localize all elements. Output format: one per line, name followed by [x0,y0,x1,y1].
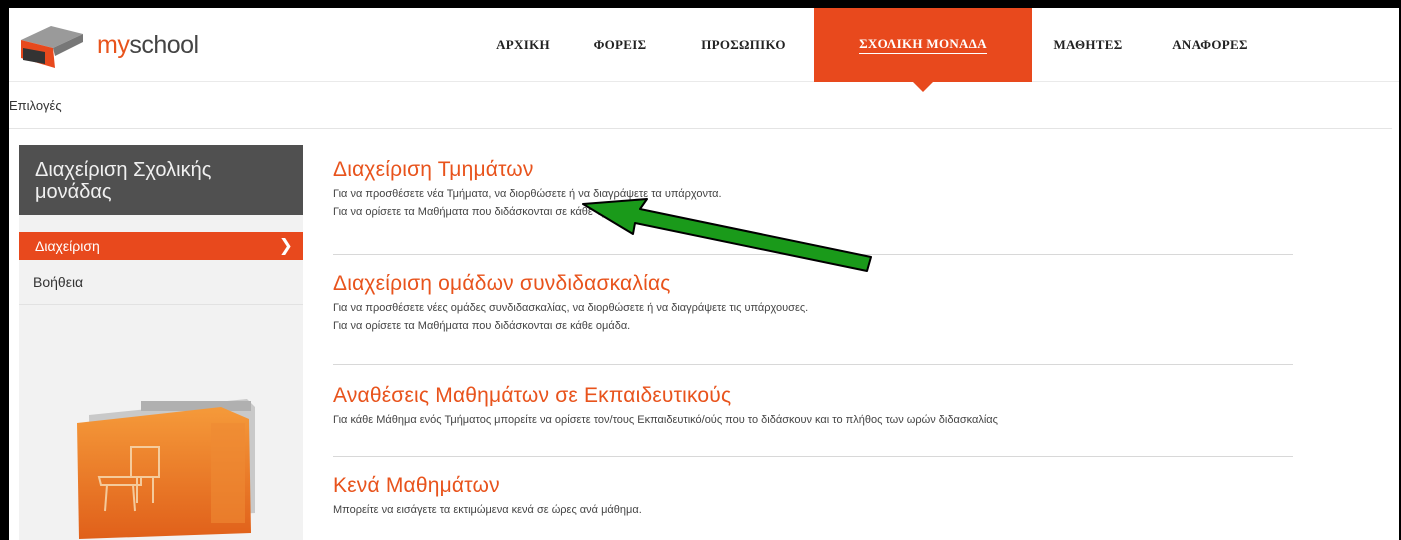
description-line: Για να προσθέσετε νέα Τμήματα, να διορθώ… [333,188,722,200]
sidebar-item-label: Βοήθεια [33,274,84,290]
breadcrumb: Επιλογές [9,98,62,113]
nav-home[interactable]: ΑΡΧΙΚΗ [479,8,567,82]
sidebar-item-manage[interactable]: Διαχείριση ❯ [19,232,303,260]
description-line: Για να ορίσετε τα Μαθήματα που διδάσκοντ… [333,320,631,332]
section-manage-classes: Διαχείριση Τμημάτων Για να προσθέσετε νέ… [333,158,1293,221]
section-coteaching-groups: Διαχείριση ομάδων συνδιδασκαλίας Για να … [333,272,1293,335]
section-teacher-assignments: Αναθέσεις Μαθημάτων σε Εκπαιδευτικούς Γι… [333,384,1293,429]
myschool-logo-icon [21,26,83,68]
sidebar-item-label: Διαχείριση [35,238,100,254]
section-lesson-gaps: Κενά Μαθημάτων Μπορείτε να εισάγετε τα ε… [333,474,1293,519]
section-title[interactable]: Κενά Μαθημάτων [333,474,1293,498]
main-nav: ΑΡΧΙΚΗ ΦΟΡΕΙΣ ΠΡΟΣΩΠΙΚΟ ΣΧΟΛΙΚΗ ΜΟΝΑΔΑ Μ… [479,8,1276,92]
nav-agencies[interactable]: ΦΟΡΕΙΣ [567,8,673,82]
section-title[interactable]: Διαχείριση ομάδων συνδιδασκαλίας [333,272,1293,296]
sidebar: Διαχείριση Σχολικής μονάδας Διαχείριση ❯… [19,145,303,540]
divider [333,254,1293,255]
myschool-logo[interactable]: myschool [17,20,257,70]
section-title[interactable]: Αναθέσεις Μαθημάτων σε Εκπαιδευτικούς [333,384,1293,408]
sidebar-title: Διαχείριση Σχολικής μονάδας [19,145,303,215]
divider [9,128,1392,129]
sidebar-item-help[interactable]: Βοήθεια [19,260,303,305]
description-line: Για να ορίσετε τα Μαθήματα που διδάσκοντ… [333,206,630,218]
section-title[interactable]: Διαχείριση Τμημάτων [333,158,1293,182]
divider [333,364,1293,365]
description-line: Για να προσθέσετε νέες ομάδες συνδιδασκα… [333,302,809,314]
description-line: Μπορείτε να εισάγετε τα εκτιμώμενα κενά … [333,504,642,516]
section-description: Για κάθε Μάθημα ενός Τμήματος μπορείτε ν… [333,411,1293,429]
school-folder-icon [77,399,255,539]
section-description: Για να προσθέσετε νέα Τμήματα, να διορθώ… [333,185,1293,221]
chevron-right-icon: ❯ [278,236,293,255]
description-line: Για κάθε Μάθημα ενός Τμήματος μπορείτε ν… [333,414,998,426]
logo-text: myschool [97,30,199,59]
section-description: Μπορείτε να εισάγετε τα εκτιμώμενα κενά … [333,501,1293,519]
app-window: myschool ΑΡΧΙΚΗ ΦΟΡΕΙΣ ΠΡΟΣΩΠΙΚΟ ΣΧΟΛΙΚΗ… [9,8,1399,540]
nav-school-unit[interactable]: ΣΧΟΛΙΚΗ ΜΟΝΑΔΑ [814,8,1032,92]
section-description: Για να προσθέσετε νέες ομάδες συνδιδασκα… [333,299,1293,335]
divider [333,456,1293,457]
nav-reports[interactable]: ΑΝΑΦΟΡΕΣ [1144,8,1276,82]
nav-staff[interactable]: ΠΡΟΣΩΠΙΚΟ [673,8,814,82]
nav-students[interactable]: ΜΑΘΗΤΕΣ [1032,8,1144,82]
header: myschool ΑΡΧΙΚΗ ΦΟΡΕΙΣ ΠΡΟΣΩΠΙΚΟ ΣΧΟΛΙΚΗ… [9,8,1399,92]
